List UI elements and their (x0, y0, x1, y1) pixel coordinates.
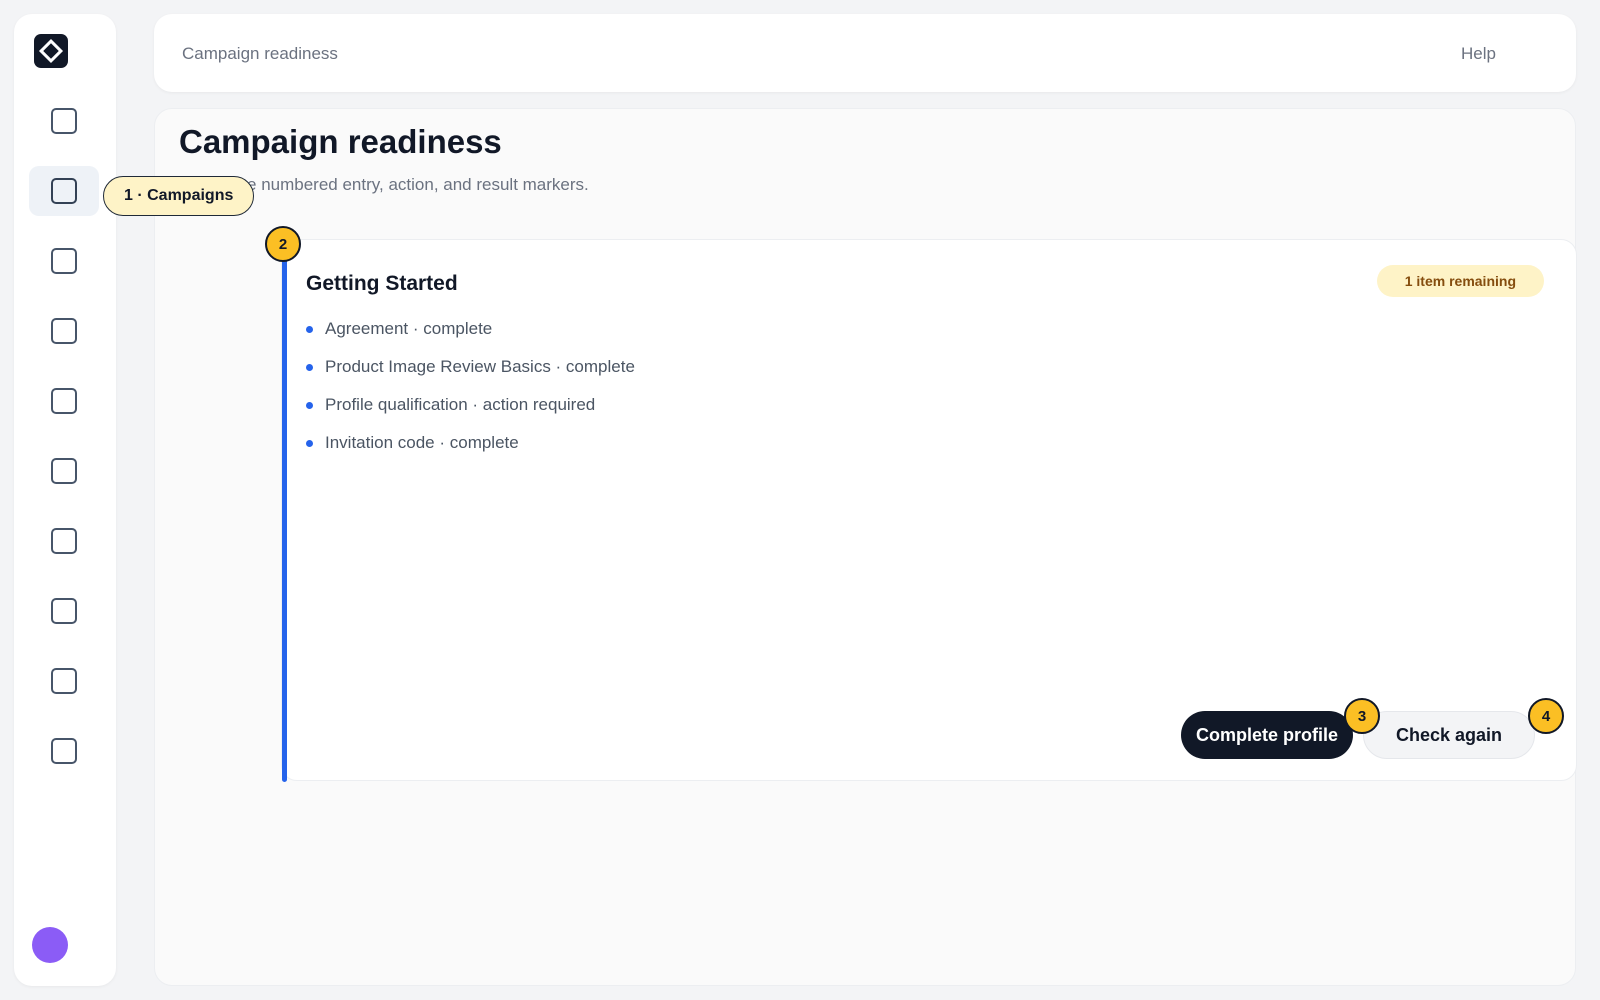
square-icon (51, 178, 77, 204)
sidebar-item-6[interactable] (29, 446, 99, 496)
card-title: Getting Started (306, 272, 458, 295)
bullet-icon (306, 401, 313, 409)
square-icon (51, 458, 77, 484)
checklist-item: Product Image Review Basics · complete (306, 348, 635, 386)
checklist-item-label: Agreement · complete (325, 319, 493, 338)
step-marker-2: 2 (265, 226, 301, 262)
checklist-item: Profile qualification · action required (306, 386, 635, 424)
status-badge: 1 item remaining (1376, 265, 1544, 297)
sidebar-item-7[interactable] (29, 516, 99, 566)
sidebar-item-5[interactable] (29, 376, 99, 426)
sidebar-item-1[interactable] (29, 96, 99, 146)
help-link[interactable]: Help (1461, 44, 1496, 64)
checklist-item: Invitation code · complete (306, 424, 635, 462)
sidebar-item-8[interactable] (29, 586, 99, 636)
square-icon (51, 668, 77, 694)
square-icon (51, 388, 77, 414)
check-again-button[interactable]: Check again (1363, 711, 1535, 759)
bullet-icon (306, 363, 313, 371)
step-marker-3: 3 (1344, 698, 1380, 734)
checklist-item: Agreement · complete (306, 310, 635, 348)
logo-icon[interactable] (34, 34, 68, 68)
page-title: Campaign readiness (179, 123, 502, 160)
checklist-item-label: Product Image Review Basics · complete (325, 357, 635, 376)
complete-profile-button[interactable]: Complete profile (1181, 711, 1353, 759)
bullet-icon (306, 325, 313, 333)
sidebar-item-4[interactable] (29, 306, 99, 356)
step-marker-4: 4 (1528, 698, 1564, 734)
square-icon (51, 598, 77, 624)
sidebar (14, 14, 116, 986)
square-icon (51, 318, 77, 344)
square-icon (51, 108, 77, 134)
campaigns-tooltip: 1 · Campaigns (103, 176, 255, 216)
getting-started-card: Getting Started 1 item remaining Agreeme… (281, 239, 1577, 782)
square-icon (51, 738, 77, 764)
sidebar-item-10[interactable] (29, 726, 99, 776)
checklist: Agreement · complete Product Image Revie… (306, 310, 635, 462)
checklist-item-label: Profile qualification · action required (325, 395, 596, 414)
square-icon (51, 528, 77, 554)
sidebar-item-3[interactable] (29, 236, 99, 286)
main-panel: Campaign readiness Follow the numbered e… (154, 108, 1577, 986)
topbar-title: Campaign readiness (182, 44, 338, 63)
checklist-item-label: Invitation code · complete (325, 433, 519, 452)
avatar[interactable] (32, 927, 68, 963)
sidebar-item-campaigns[interactable] (29, 166, 99, 216)
topbar: Campaign readiness Help (154, 14, 1576, 92)
bullet-icon (306, 439, 313, 447)
card-accent-bar (282, 248, 287, 782)
square-icon (51, 248, 77, 274)
sidebar-item-9[interactable] (29, 656, 99, 706)
